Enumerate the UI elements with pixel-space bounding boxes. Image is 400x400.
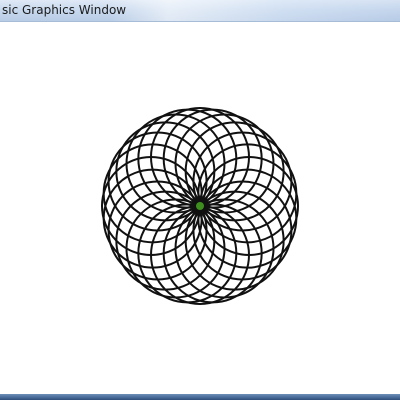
graphics-window: sic Graphics Window xyxy=(0,0,400,400)
title-bar[interactable]: sic Graphics Window xyxy=(0,0,400,22)
window-title: sic Graphics Window xyxy=(2,3,127,17)
turtle-marker xyxy=(196,202,204,210)
rosette-drawing xyxy=(101,107,299,305)
graphics-canvas[interactable] xyxy=(0,22,400,394)
window-bottom-border xyxy=(0,394,400,400)
